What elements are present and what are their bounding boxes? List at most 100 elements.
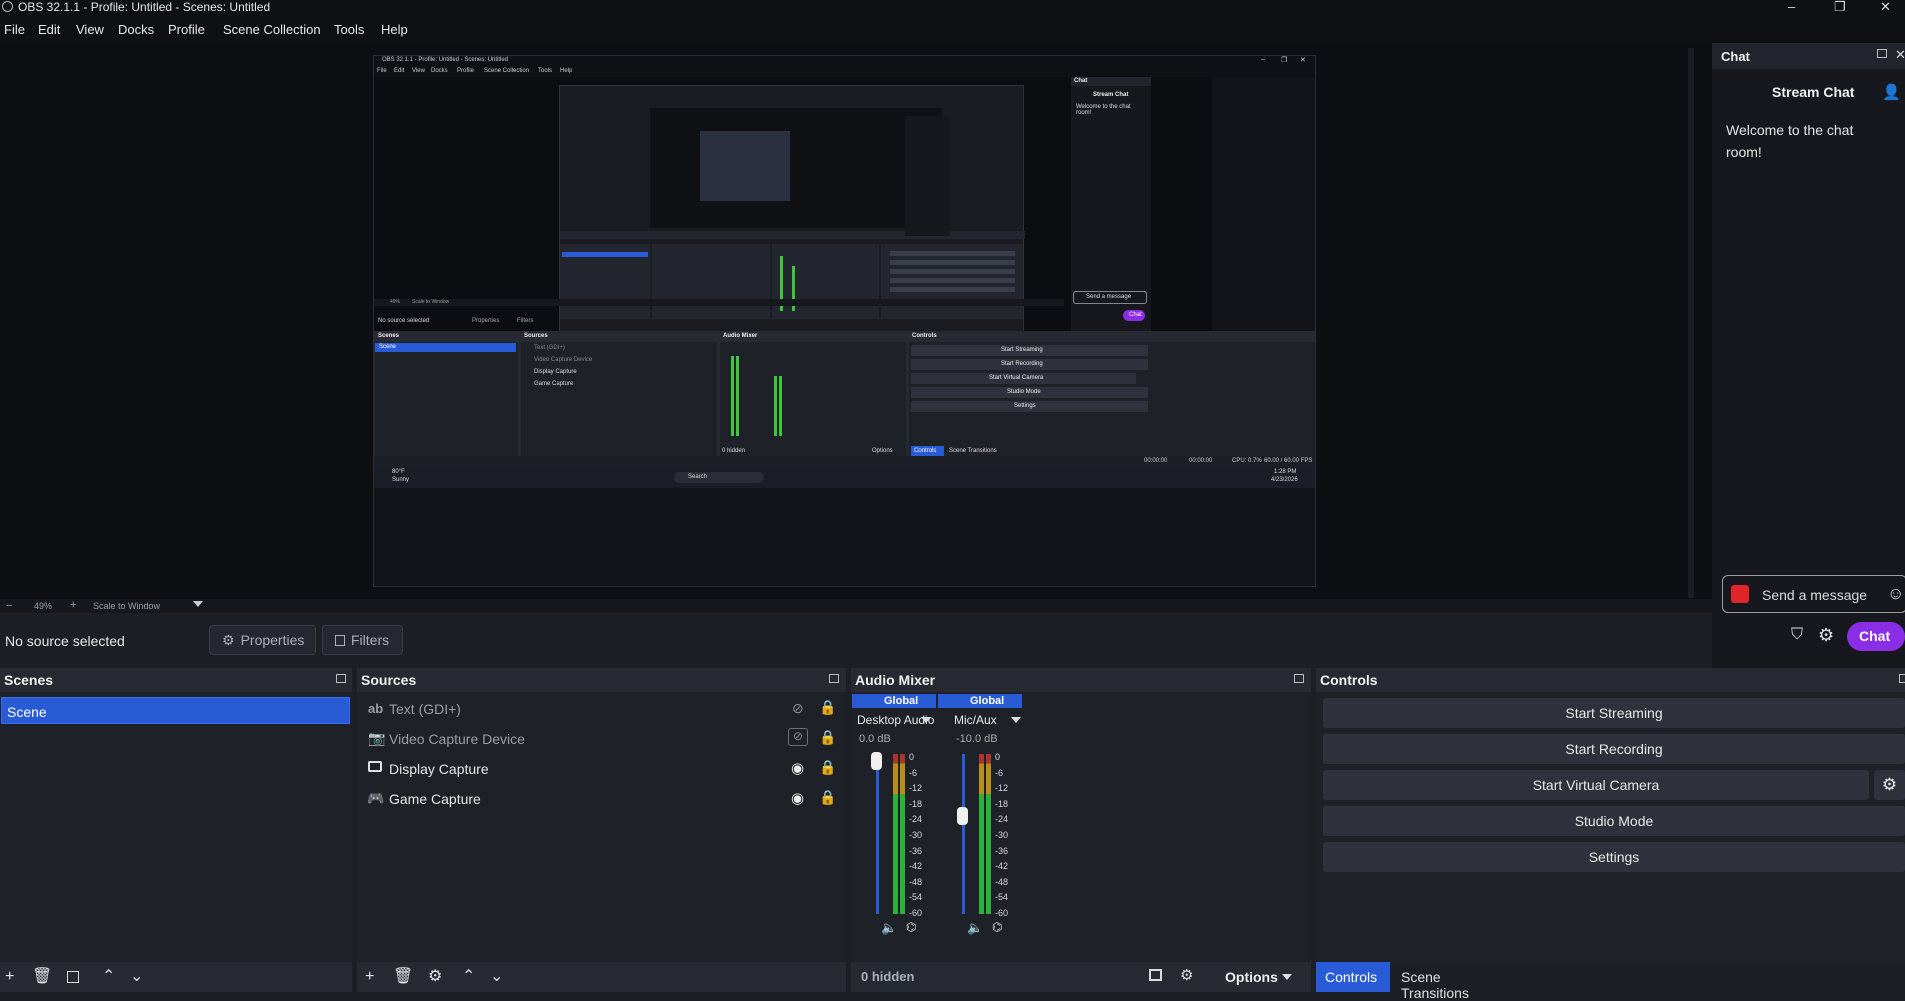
zoom-toolbar: − 49% + Scale to Window [0,599,1725,613]
menu-tools[interactable]: Tools [334,22,364,37]
menu-scene-collection[interactable]: Scene Collection [223,22,321,37]
source-item[interactable]: Display Capture ◉ 🔒 [357,755,846,781]
source-item[interactable]: 📷 Video Capture Device ⊘ 🔒 [357,725,846,751]
gear-icon: ⚙ [1881,775,1898,794]
source-item[interactable]: 🎮 Game Capture ◉ 🔒 [357,785,846,811]
mixer-channels: Global Desktop Audio 0.0 dB 0 -6 -12 -18 -24… [851,692,1311,962]
trash-icon[interactable]: 🗑 [32,969,52,985]
layout-icon[interactable] [1149,969,1162,981]
sources-toolbar: + 🗑 ⚙ ⌃ ⌄ [357,962,846,992]
zoom-out-button[interactable]: − [6,600,12,612]
preview-scrollbar[interactable] [1688,48,1694,598]
gear-icon[interactable]: ⚙ [428,969,442,985]
volume-slider[interactable] [876,754,879,914]
menu-edit[interactable]: Edit [38,22,60,37]
gear-icon: ⚙ [222,631,235,648]
tab-scene-transitions[interactable]: Scene Transitions [1396,962,1511,1001]
advanced-audio-icon[interactable]: ⚙ [1180,966,1193,984]
chevron-down-icon[interactable] [921,717,931,723]
float-icon[interactable] [829,674,839,683]
chevron-up-icon[interactable]: ⌃ [102,969,115,985]
settings-icon[interactable]: ⚙ [1818,625,1834,646]
start-recording-button[interactable]: Start Recording [1323,734,1905,764]
chat-dock-header: Chat ✕ [1712,43,1905,69]
close-button[interactable]: ✕ [1880,0,1891,13]
menu-file[interactable]: File [4,22,25,37]
float-icon[interactable] [336,674,346,683]
start-streaming-button[interactable]: Start Streaming [1323,698,1905,728]
speaker-icon[interactable]: 🔈 [967,920,983,936]
meter-tick: 0 [909,752,915,762]
tab-controls[interactable]: Controls [1316,962,1390,992]
headphones-icon[interactable]: ⌬ [992,920,1002,934]
menu-docks[interactable]: Docks [118,22,154,37]
eye-hidden-icon[interactable]: ⊘ [792,700,804,717]
sources-dock: Sources ab Text (GDI+) ⊘ 🔒 📷 Video Captu… [357,668,846,992]
lock-icon[interactable]: 🔒 [819,789,836,806]
source-item[interactable]: ab Text (GDI+) ⊘ 🔒 [357,695,846,721]
source-toolbar: No source selected ⚙ Properties Filters [0,613,1710,669]
chat-message-input[interactable]: Send a message ☺ [1722,575,1905,613]
mixer-options-button[interactable]: Options [1225,969,1278,985]
lock-icon[interactable]: 🔒 [819,699,836,716]
chevron-down-icon[interactable]: ⌄ [490,969,503,985]
eye-icon[interactable]: ◉ [791,759,804,777]
start-virtual-camera-button[interactable]: Start Virtual Camera [1323,770,1869,800]
zoom-in-button[interactable]: + [70,599,76,611]
preview-capture: OBS 32.1.1 - Profile: Untitled - Scenes:… [373,55,1316,587]
window-title: OBS 32.1.1 - Profile: Untitled - Scenes:… [18,0,271,14]
float-icon[interactable] [1899,674,1905,683]
volume-slider-handle[interactable] [871,752,882,770]
speaker-icon[interactable]: 🔈 [881,920,897,936]
virtual-camera-settings-button[interactable]: ⚙ [1874,770,1905,800]
menu-help[interactable]: Help [381,22,408,37]
level-meter [900,754,905,914]
eye-icon[interactable]: ◉ [791,789,804,807]
chat-welcome-message: Welcome to the chat room! [1726,122,1854,160]
meter-tick: -24 [909,814,923,825]
scale-mode-select[interactable]: Scale to Window [93,601,160,611]
float-icon[interactable] [1294,674,1304,683]
headphones-icon[interactable]: ⌬ [906,920,916,934]
meter-tick: -30 [995,830,1009,840]
meter-tick: -42 [995,861,1009,872]
mixer-toolbar: 0 hidden ⚙ Options [851,962,1311,992]
minimize-button[interactable]: – [1788,0,1795,13]
lock-icon[interactable]: 🔒 [819,759,836,776]
add-icon[interactable]: + [5,969,14,985]
chevron-down-icon[interactable] [193,601,203,607]
volume-slider-handle[interactable] [957,807,968,825]
trash-icon[interactable]: 🗑 [393,969,413,985]
shield-icon[interactable]: ⛉ [1791,626,1803,644]
menu-profile[interactable]: Profile [168,22,205,37]
stream-chat-header: Stream Chat [1772,84,1855,100]
channel-name[interactable]: Mic/Aux [954,713,997,727]
properties-button[interactable]: ⚙ Properties [209,625,316,655]
add-icon[interactable]: + [365,969,374,985]
float-icon[interactable] [1877,49,1887,58]
audio-mixer-title: Audio Mixer [855,672,936,688]
eye-hidden-icon[interactable]: ⊘ [788,728,808,746]
hidden-count[interactable]: 0 hidden [861,969,914,984]
chat-send-button[interactable]: Chat [1847,622,1905,651]
menu-view[interactable]: View [76,22,104,37]
title-bar: OBS 32.1.1 - Profile: Untitled - Scenes:… [0,0,1905,15]
scene-item[interactable]: Scene [1,697,350,724]
filter-icon[interactable] [67,971,79,983]
preview-area[interactable]: OBS 32.1.1 - Profile: Untitled - Scenes:… [0,43,1725,599]
emoji-icon[interactable]: ☺ [1887,584,1904,604]
chat-dock-title: Chat [1721,49,1750,64]
users-icon[interactable]: 👤 [1882,83,1901,101]
maximize-button[interactable]: ❐ [1834,0,1846,13]
settings-button[interactable]: Settings [1323,842,1905,872]
filters-button[interactable]: Filters [322,625,403,655]
close-icon[interactable]: ✕ [1895,47,1905,63]
meter-tick: -42 [909,861,923,872]
chevron-up-icon[interactable]: ⌃ [462,969,475,985]
chevron-down-icon[interactable]: ⌄ [130,969,143,985]
lock-icon[interactable]: 🔒 [819,729,836,746]
chevron-down-icon[interactable] [1282,974,1292,980]
studio-mode-button[interactable]: Studio Mode [1323,806,1905,836]
volume-slider[interactable] [962,754,965,914]
chevron-down-icon[interactable] [1011,717,1021,723]
